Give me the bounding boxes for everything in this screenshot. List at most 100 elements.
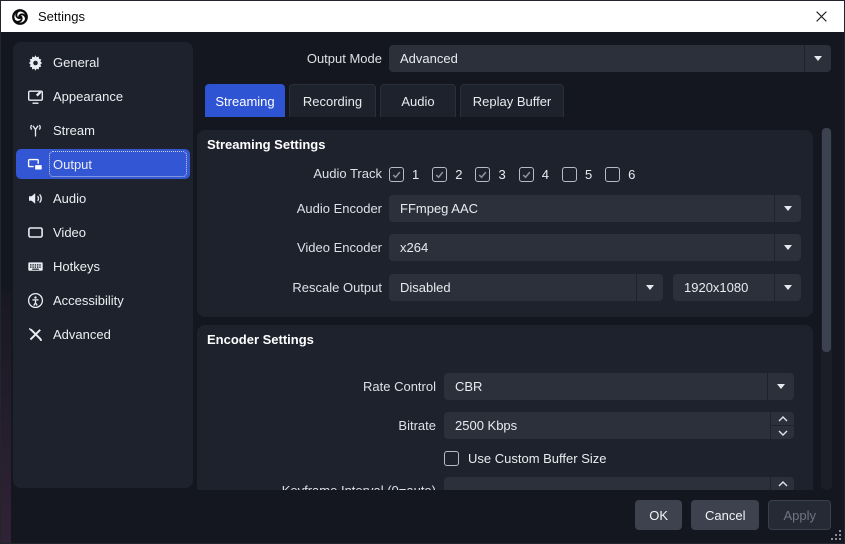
audio-track-6-checkbox[interactable]	[605, 167, 620, 182]
keyframe-interval-spinner[interactable]	[444, 477, 794, 490]
audio-track-3-label: 3	[498, 167, 505, 182]
chevron-down-icon[interactable]	[767, 373, 794, 400]
settings-sidebar: General Appearance	[13, 42, 193, 488]
spinner-up-icon[interactable]	[771, 412, 794, 426]
sidebar-item-label: General	[53, 55, 99, 70]
audio-track-2-checkbox[interactable]	[432, 167, 447, 182]
gear-icon	[27, 54, 44, 71]
audio-track-4-checkbox[interactable]	[519, 167, 534, 182]
window-title: Settings	[38, 9, 85, 24]
rate-control-label: Rate Control	[197, 373, 436, 400]
sidebar-item-label: Stream	[53, 123, 95, 138]
settings-window: Settings General	[0, 0, 845, 544]
sidebar-item-accessibility[interactable]: Accessibility	[16, 285, 190, 315]
custom-buffer-row: Use Custom Buffer Size	[444, 451, 606, 466]
output-tabs: Streaming Recording Audio Replay Buffer	[205, 84, 564, 117]
streaming-settings-group: Streaming Settings Audio Track 1 2 3 4 5…	[197, 130, 813, 317]
audio-track-1-checkbox[interactable]	[389, 167, 404, 182]
audio-track-label: Audio Track	[197, 166, 382, 182]
accessibility-icon	[27, 292, 44, 309]
left-tint-decoration	[1, 292, 11, 543]
focus-outline	[49, 151, 187, 177]
video-encoder-label: Video Encoder	[197, 234, 382, 261]
chevron-down-icon[interactable]	[774, 274, 801, 301]
ok-button[interactable]: OK	[635, 500, 682, 530]
sidebar-item-label: Accessibility	[53, 293, 124, 308]
sidebar-item-general[interactable]: General	[16, 47, 190, 77]
close-button[interactable]	[798, 1, 844, 32]
audio-track-5-checkbox[interactable]	[562, 167, 577, 182]
video-encoder-value: x264	[389, 240, 774, 255]
spinner-down-icon[interactable]	[771, 426, 794, 439]
hotkeys-icon	[27, 258, 44, 275]
cancel-button[interactable]: Cancel	[691, 500, 759, 530]
bitrate-label: Bitrate	[197, 412, 436, 439]
chevron-down-icon[interactable]	[774, 195, 801, 222]
audio-track-3-checkbox[interactable]	[475, 167, 490, 182]
tab-recording[interactable]: Recording	[289, 84, 376, 117]
spinner-up-icon[interactable]	[771, 477, 794, 490]
output-mode-select[interactable]: Advanced	[389, 45, 831, 72]
scrollbar-thumb[interactable]	[822, 128, 831, 352]
rescale-output-value: Disabled	[389, 280, 636, 295]
output-mode-label: Output Mode	[197, 45, 382, 72]
encoder-settings-title: Encoder Settings	[207, 332, 314, 347]
rescale-resolution-select[interactable]: 1920x1080	[673, 274, 801, 301]
titlebar: Settings	[1, 1, 844, 32]
sidebar-item-hotkeys[interactable]: Hotkeys	[16, 251, 190, 281]
video-icon	[27, 224, 44, 241]
encoder-settings-group: Encoder Settings Rate Control CBR Bitrat…	[197, 325, 813, 490]
sidebar-item-appearance[interactable]: Appearance	[16, 81, 190, 111]
rescale-output-select[interactable]: Disabled	[389, 274, 663, 301]
stream-icon	[27, 122, 44, 139]
keyframe-interval-label: Keyframe Interval (0=auto)	[197, 477, 436, 490]
sidebar-item-label: Advanced	[53, 327, 111, 342]
rate-control-select[interactable]: CBR	[444, 373, 794, 400]
tab-audio[interactable]: Audio	[380, 84, 456, 117]
sidebar-item-label: Audio	[53, 191, 86, 206]
tab-streaming[interactable]: Streaming	[205, 84, 285, 117]
sidebar-item-audio[interactable]: Audio	[16, 183, 190, 213]
settings-body: General Appearance	[1, 32, 844, 543]
dialog-buttons: OK Cancel Apply	[635, 500, 831, 530]
sidebar-item-video[interactable]: Video	[16, 217, 190, 247]
audio-track-1-label: 1	[412, 167, 419, 182]
audio-track-5-label: 5	[585, 167, 592, 182]
audio-track-2-label: 2	[455, 167, 462, 182]
use-custom-buffer-checkbox[interactable]	[444, 451, 459, 466]
close-icon	[815, 10, 828, 23]
audio-track-checkboxes: 1 2 3 4 5 6	[389, 166, 640, 182]
audio-encoder-label: Audio Encoder	[197, 195, 382, 222]
resize-grip[interactable]	[831, 530, 841, 540]
chevron-down-icon[interactable]	[774, 234, 801, 261]
video-encoder-select[interactable]: x264	[389, 234, 801, 261]
sidebar-item-stream[interactable]: Stream	[16, 115, 190, 145]
sidebar-item-label: Video	[53, 225, 86, 240]
tab-replay-buffer[interactable]: Replay Buffer	[460, 84, 564, 117]
audio-encoder-select[interactable]: FFmpeg AAC	[389, 195, 801, 222]
streaming-settings-title: Streaming Settings	[207, 137, 325, 152]
bitrate-spinner[interactable]: 2500 Kbps	[444, 412, 794, 439]
appearance-icon	[27, 88, 44, 105]
output-icon	[27, 156, 44, 173]
sidebar-item-advanced[interactable]: Advanced	[16, 319, 190, 349]
sidebar-item-label: Hotkeys	[53, 259, 100, 274]
keyframe-interval-value	[444, 477, 770, 490]
rescale-output-label: Rescale Output	[197, 274, 382, 301]
settings-scroll-area: Streaming Settings Audio Track 1 2 3 4 5…	[197, 130, 813, 490]
vertical-scrollbar[interactable]	[821, 128, 832, 490]
rescale-resolution-value: 1920x1080	[673, 280, 774, 295]
audio-track-4-label: 4	[542, 167, 549, 182]
apply-button[interactable]: Apply	[768, 500, 831, 530]
rate-control-value: CBR	[444, 379, 767, 394]
use-custom-buffer-label: Use Custom Buffer Size	[468, 451, 606, 466]
bitrate-value: 2500 Kbps	[444, 412, 770, 439]
sidebar-item-output[interactable]: Output	[16, 149, 190, 179]
audio-encoder-value: FFmpeg AAC	[389, 201, 774, 216]
audio-icon	[27, 190, 44, 207]
obs-logo-icon	[11, 8, 29, 26]
output-mode-value: Advanced	[389, 51, 804, 66]
chevron-down-icon[interactable]	[804, 45, 831, 72]
chevron-down-icon[interactable]	[636, 274, 663, 301]
advanced-icon	[27, 326, 44, 343]
